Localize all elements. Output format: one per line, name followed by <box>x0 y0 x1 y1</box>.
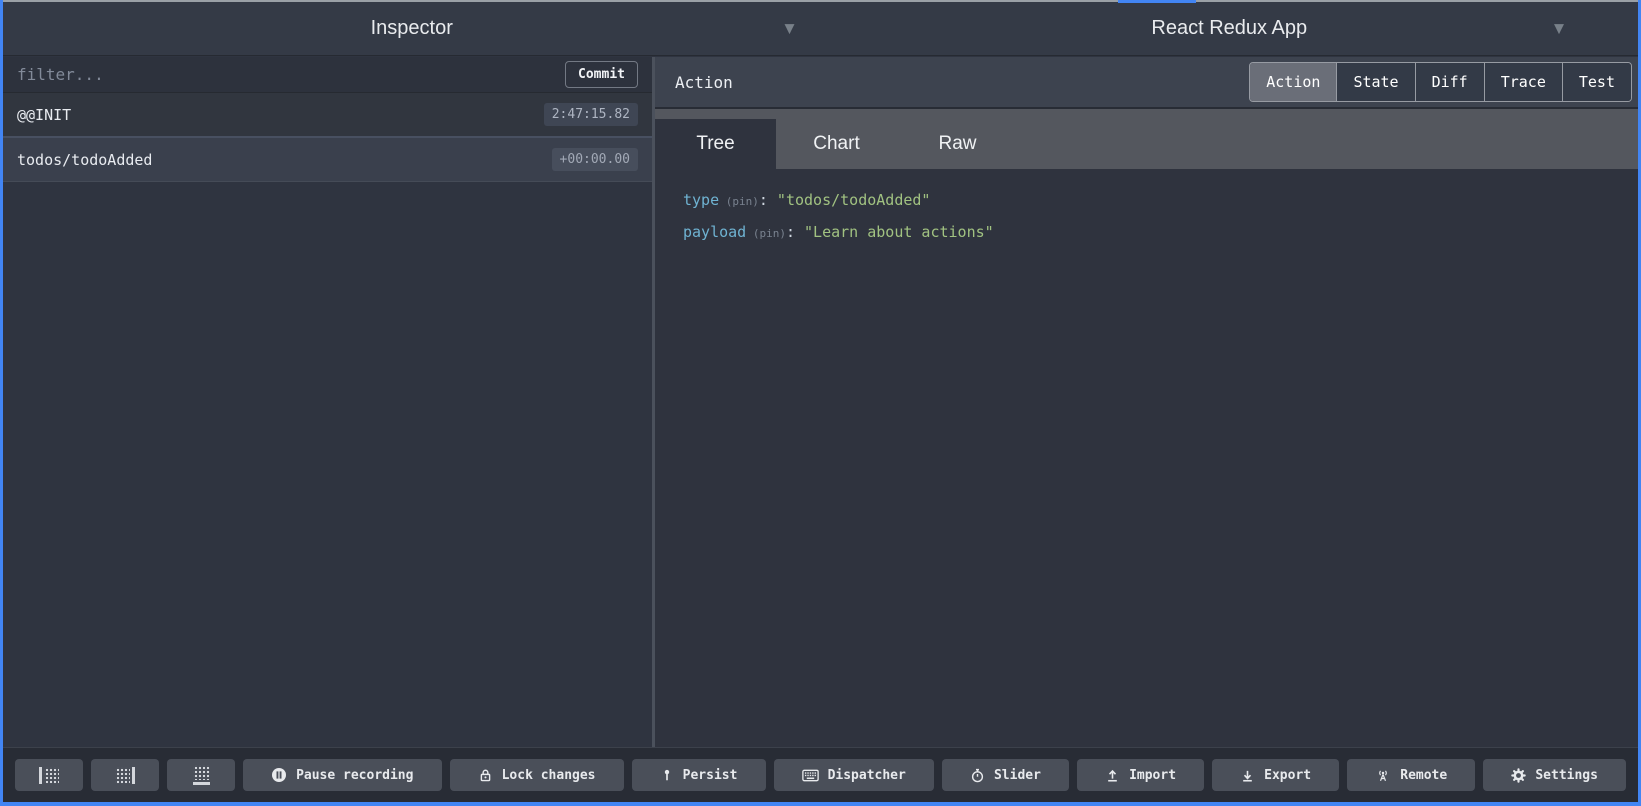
button-label: Dispatcher <box>828 768 906 783</box>
layout-left-pane-button[interactable] <box>15 759 83 791</box>
pane-left-icon <box>39 767 59 784</box>
filter-input[interactable] <box>17 65 565 84</box>
subtab-chart[interactable]: Chart <box>776 119 897 169</box>
action-list-item-todoAdded[interactable]: todos/todoAdded +00:00.00 <box>3 138 652 182</box>
slider-button[interactable]: Slider <box>942 759 1069 791</box>
button-label: Persist <box>683 768 738 783</box>
button-label: Import <box>1129 768 1176 783</box>
action-list-item-init[interactable]: @@INIT 2:47:15.82 <box>3 93 652 138</box>
tree-colon: : <box>759 191 768 209</box>
button-label: Export <box>1264 768 1311 783</box>
upload-icon <box>1105 768 1120 783</box>
subtab-raw[interactable]: Raw <box>897 119 1018 169</box>
action-detail-panel: Action Action State Diff Trace Test Tree… <box>655 57 1638 747</box>
tree-key[interactable]: payload <box>683 223 746 241</box>
tree-key[interactable]: type <box>683 191 719 209</box>
inspector-tab-group: Action State Diff Trace Test <box>1249 62 1632 102</box>
antenna-icon <box>1375 768 1391 783</box>
monitor-select-label: Inspector <box>371 17 453 40</box>
persist-button[interactable]: Persist <box>632 759 766 791</box>
layout-bottom-pane-button[interactable] <box>167 759 235 791</box>
instance-header: Inspector ▼ React Redux App ▼ <box>3 2 1638 56</box>
stopwatch-icon <box>970 768 985 783</box>
remote-button[interactable]: Remote <box>1347 759 1475 791</box>
pin-link[interactable]: (pin) <box>746 227 786 240</box>
export-button[interactable]: Export <box>1212 759 1339 791</box>
action-timestamp: +00:00.00 <box>552 148 638 171</box>
pause-recording-button[interactable]: Pause recording <box>243 759 442 791</box>
chevron-down-icon: ▼ <box>785 21 795 36</box>
pin-icon <box>660 768 674 782</box>
chevron-down-icon: ▼ <box>1554 21 1564 36</box>
commit-button[interactable]: Commit <box>565 61 638 88</box>
pane-right-icon <box>115 767 135 784</box>
lock-changes-button[interactable]: Lock changes <box>450 759 624 791</box>
instance-select-label: React Redux App <box>1151 17 1307 40</box>
detail-header: Action Action State Diff Trace Test <box>655 57 1638 109</box>
top-accent-bar <box>1118 0 1196 3</box>
tree-value: "Learn about actions" <box>795 223 994 241</box>
subtab-tree[interactable]: Tree <box>655 119 776 169</box>
action-name: todos/todoAdded <box>17 151 152 169</box>
action-timestamp: 2:47:15.82 <box>544 103 638 126</box>
redux-devtools-window: Inspector ▼ React Redux App ▼ Commit @@I… <box>0 0 1641 806</box>
filter-row: Commit <box>3 57 652 93</box>
tab-trace[interactable]: Trace <box>1484 63 1562 101</box>
bottom-toolbar: Pause recording Lock changes Persist Dis… <box>3 747 1638 802</box>
tree-value: "todos/todoAdded" <box>768 191 931 209</box>
gear-icon <box>1511 768 1526 783</box>
pane-bottom-icon <box>193 765 210 785</box>
view-subtab-bar: Tree Chart Raw <box>655 109 1638 169</box>
button-label: Remote <box>1400 768 1447 783</box>
import-button[interactable]: Import <box>1077 759 1204 791</box>
button-label: Settings <box>1535 768 1598 783</box>
window-top-edge <box>0 0 1641 2</box>
keyboard-icon <box>802 769 819 782</box>
settings-button[interactable]: Settings <box>1483 759 1626 791</box>
button-label: Lock changes <box>502 768 596 783</box>
tree-row-payload: payload (pin): "Learn about actions" <box>683 217 1638 249</box>
tab-state[interactable]: State <box>1336 63 1414 101</box>
instance-select-dropdown[interactable]: React Redux App ▼ <box>821 2 1639 55</box>
main-area: Commit @@INIT 2:47:15.82 todos/todoAdded… <box>3 57 1638 747</box>
action-tree-view: type (pin): "todos/todoAdded" payload (p… <box>655 169 1638 747</box>
action-name: @@INIT <box>17 106 71 124</box>
tab-action[interactable]: Action <box>1250 63 1336 101</box>
tree-colon: : <box>786 223 795 241</box>
action-list-panel: Commit @@INIT 2:47:15.82 todos/todoAdded… <box>3 57 652 747</box>
lock-icon <box>478 768 493 783</box>
pause-icon <box>271 767 287 783</box>
tab-diff[interactable]: Diff <box>1415 63 1484 101</box>
tree-row-type: type (pin): "todos/todoAdded" <box>683 185 1638 217</box>
dispatcher-button[interactable]: Dispatcher <box>774 759 934 791</box>
monitor-select-dropdown[interactable]: Inspector ▼ <box>3 2 821 55</box>
button-label: Slider <box>994 768 1041 783</box>
pin-link[interactable]: (pin) <box>719 195 759 208</box>
layout-right-pane-button[interactable] <box>91 759 159 791</box>
download-icon <box>1240 768 1255 783</box>
panel-title: Action <box>675 73 733 92</box>
button-label: Pause recording <box>296 768 413 783</box>
tab-test[interactable]: Test <box>1562 63 1631 101</box>
